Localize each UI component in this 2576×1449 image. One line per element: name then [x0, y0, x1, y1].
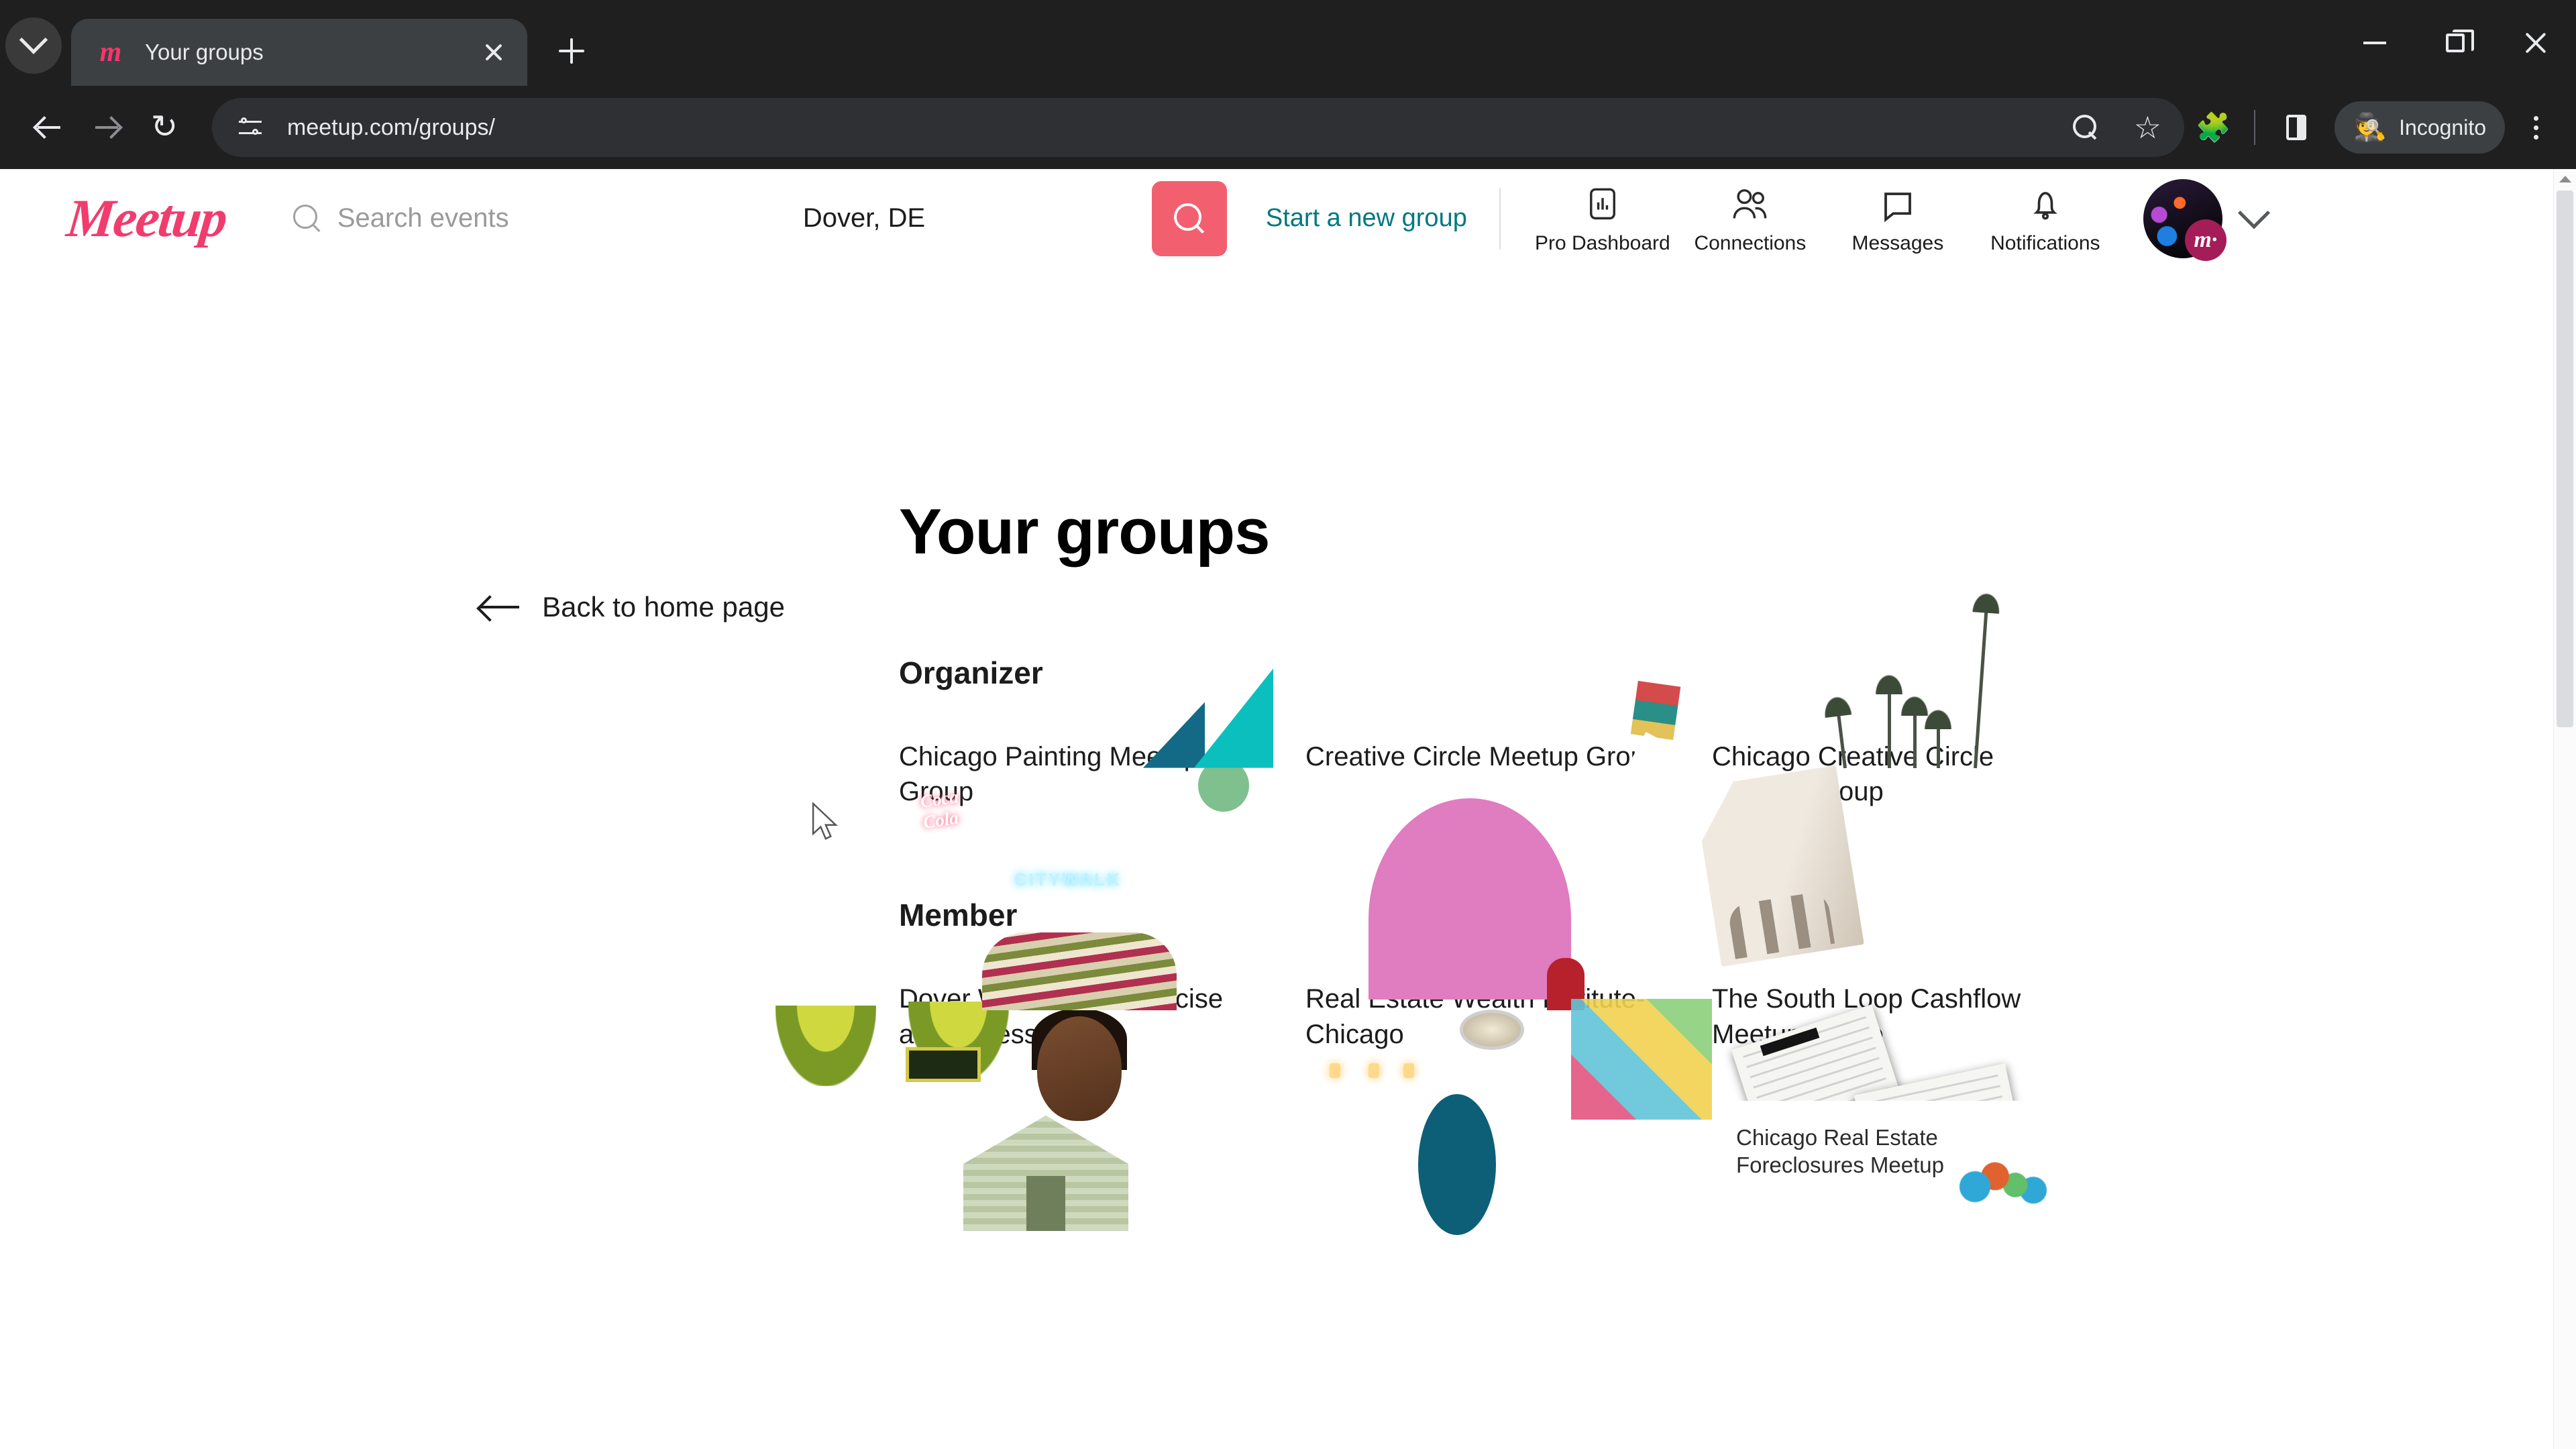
close-window-button[interactable]	[2496, 0, 2576, 86]
incognito-indicator[interactable]: 🕵 Incognito	[2334, 101, 2505, 154]
search-icon	[1173, 203, 1205, 234]
minimize-button[interactable]	[2334, 0, 2415, 86]
tab-title: Your groups	[145, 40, 264, 64]
search-input[interactable]	[337, 203, 740, 233]
chevron-down-icon[interactable]	[2237, 196, 2270, 229]
page-viewport: Meetup Dover, DE Start a new group	[0, 169, 2576, 1449]
back-button[interactable]	[20, 99, 78, 156]
nav-label: Messages	[1851, 231, 1944, 254]
nav-label: Connections	[1694, 231, 1807, 254]
kebab-menu-icon[interactable]	[2516, 104, 2556, 151]
browser-window: m Your groups ↻ meetup.com/groups/ ☆ 🧩 🕵…	[0, 0, 2576, 1449]
omnibox-actions: ☆	[2057, 99, 2176, 156]
groups-column: Your groups Organizer Coca Cola CITYWALK…	[775, 496, 2576, 1449]
group-card[interactable]	[1305, 1093, 1666, 1293]
nav-item-connections[interactable]: Connections	[1676, 182, 1824, 255]
group-thumbnail: Chicago Real Estate Foreclosures Meetup	[1712, 1100, 2073, 1293]
nav-item-messages[interactable]: Messages	[1824, 182, 1972, 255]
close-icon[interactable]	[475, 34, 513, 71]
side-panel-icon[interactable]	[2267, 99, 2325, 156]
header-divider	[1499, 187, 1501, 250]
page-content: Back to home page Your groups Organizer …	[0, 268, 2576, 1449]
nav-item-pro-dashboard[interactable]: Pro Dashboard	[1529, 182, 1676, 255]
avatar[interactable]: m·	[2143, 178, 2226, 261]
chevron-down-icon	[19, 25, 48, 54]
scroll-up-arrow-icon[interactable]	[2554, 172, 2576, 186]
group-card[interactable]: Chicago Creative Circle Meetup Group	[1601, 600, 2073, 967]
extensions-puzzle-icon[interactable]: 🧩	[2184, 99, 2242, 156]
chart-bar-icon	[1585, 182, 1620, 224]
group-card[interactable]: The South Loop Cashflow Meetup Group	[1571, 981, 2073, 1214]
incognito-label: Incognito	[2399, 115, 2486, 140]
site-info-button[interactable]	[229, 107, 271, 148]
forward-button[interactable]	[78, 99, 136, 156]
group-card[interactable]: Dover Walkers for Exercise and Fitness	[775, 932, 1260, 1122]
organizer-card-grid: Coca Cola CITYWALK Chicago Painting Meet…	[899, 600, 2496, 1000]
nav-label: Pro Dashboard	[1534, 231, 1670, 254]
group-title: Creative Circle Meetup Group	[1305, 741, 1661, 771]
zoom-out-icon[interactable]	[2057, 99, 2114, 156]
toolbar-divider	[2254, 110, 2256, 145]
maximize-button[interactable]	[2415, 0, 2496, 86]
search-icon	[292, 204, 321, 233]
page-scrollbar[interactable]	[2553, 169, 2576, 1449]
new-tab-button[interactable]	[545, 24, 598, 78]
star-icon[interactable]: ☆	[2118, 99, 2176, 156]
tune-icon	[239, 117, 262, 137]
page-title: Your groups	[899, 496, 1271, 568]
group-card[interactable]: Chicago Real Estate Foreclosures Meetup	[1712, 1100, 2073, 1293]
nav-label: Notifications	[1990, 231, 2100, 254]
member-card-grid: Dover Walkers for Exercise and Fitness R…	[775, 932, 2496, 1214]
maximize-icon	[2446, 30, 2474, 52]
arrow-right-icon	[94, 115, 119, 140]
address-bar[interactable]: meetup.com/groups/ ☆	[212, 98, 2185, 157]
back-to-home-page-link[interactable]: Back to home page	[480, 584, 785, 631]
browser-toolbar: ↻ meetup.com/groups/ ☆ 🧩 🕵 Incognito	[0, 86, 2576, 169]
group-card[interactable]	[899, 1101, 1260, 1293]
scrollbar-thumb[interactable]	[2557, 191, 2573, 727]
people-icon	[1729, 182, 1771, 224]
meetup-pro-badge-icon: m·	[2184, 219, 2226, 261]
location-input[interactable]: Dover, DE	[803, 203, 1152, 233]
section-heading-member: Member	[899, 898, 1018, 933]
arrow-left-icon	[480, 594, 522, 621]
window-controls	[2334, 0, 2576, 86]
start-a-new-group-link[interactable]: Start a new group	[1266, 204, 1467, 233]
section-heading-organizer: Organizer	[899, 655, 1043, 690]
thumb-overlay-text: Chicago Real Estate Foreclosures Meetup	[1736, 1124, 1944, 1178]
site-header: Meetup Dover, DE Start a new group	[0, 169, 2576, 268]
message-bubble-icon	[1880, 182, 1916, 224]
header-nav: Pro Dashboard Connections Messages Notif…	[1529, 182, 2119, 255]
search-submit-button[interactable]	[1151, 180, 1227, 256]
bell-icon	[2028, 182, 2063, 224]
partial-card-grid: Chicago Real Estate Foreclosures Meetup	[899, 1093, 2496, 1293]
back-link-label: Back to home page	[542, 591, 785, 623]
tab-search-button[interactable]	[5, 17, 62, 74]
browser-tab[interactable]: m Your groups	[71, 19, 527, 86]
url-text: meetup.com/groups/	[287, 114, 495, 140]
tab-strip: m Your groups	[0, 0, 2576, 86]
meetup-logo[interactable]: Meetup	[64, 189, 229, 248]
search-events-field[interactable]	[292, 203, 803, 233]
meetup-m-icon: m	[99, 37, 122, 68]
arrow-left-icon	[36, 115, 62, 140]
back-column: Back to home page	[0, 584, 899, 1449]
reload-button[interactable]: ↻	[136, 99, 193, 156]
reload-icon: ↻	[150, 109, 178, 145]
nav-item-notifications[interactable]: Notifications	[1972, 182, 2119, 255]
incognito-hat-icon: 🕵	[2353, 113, 2387, 142]
